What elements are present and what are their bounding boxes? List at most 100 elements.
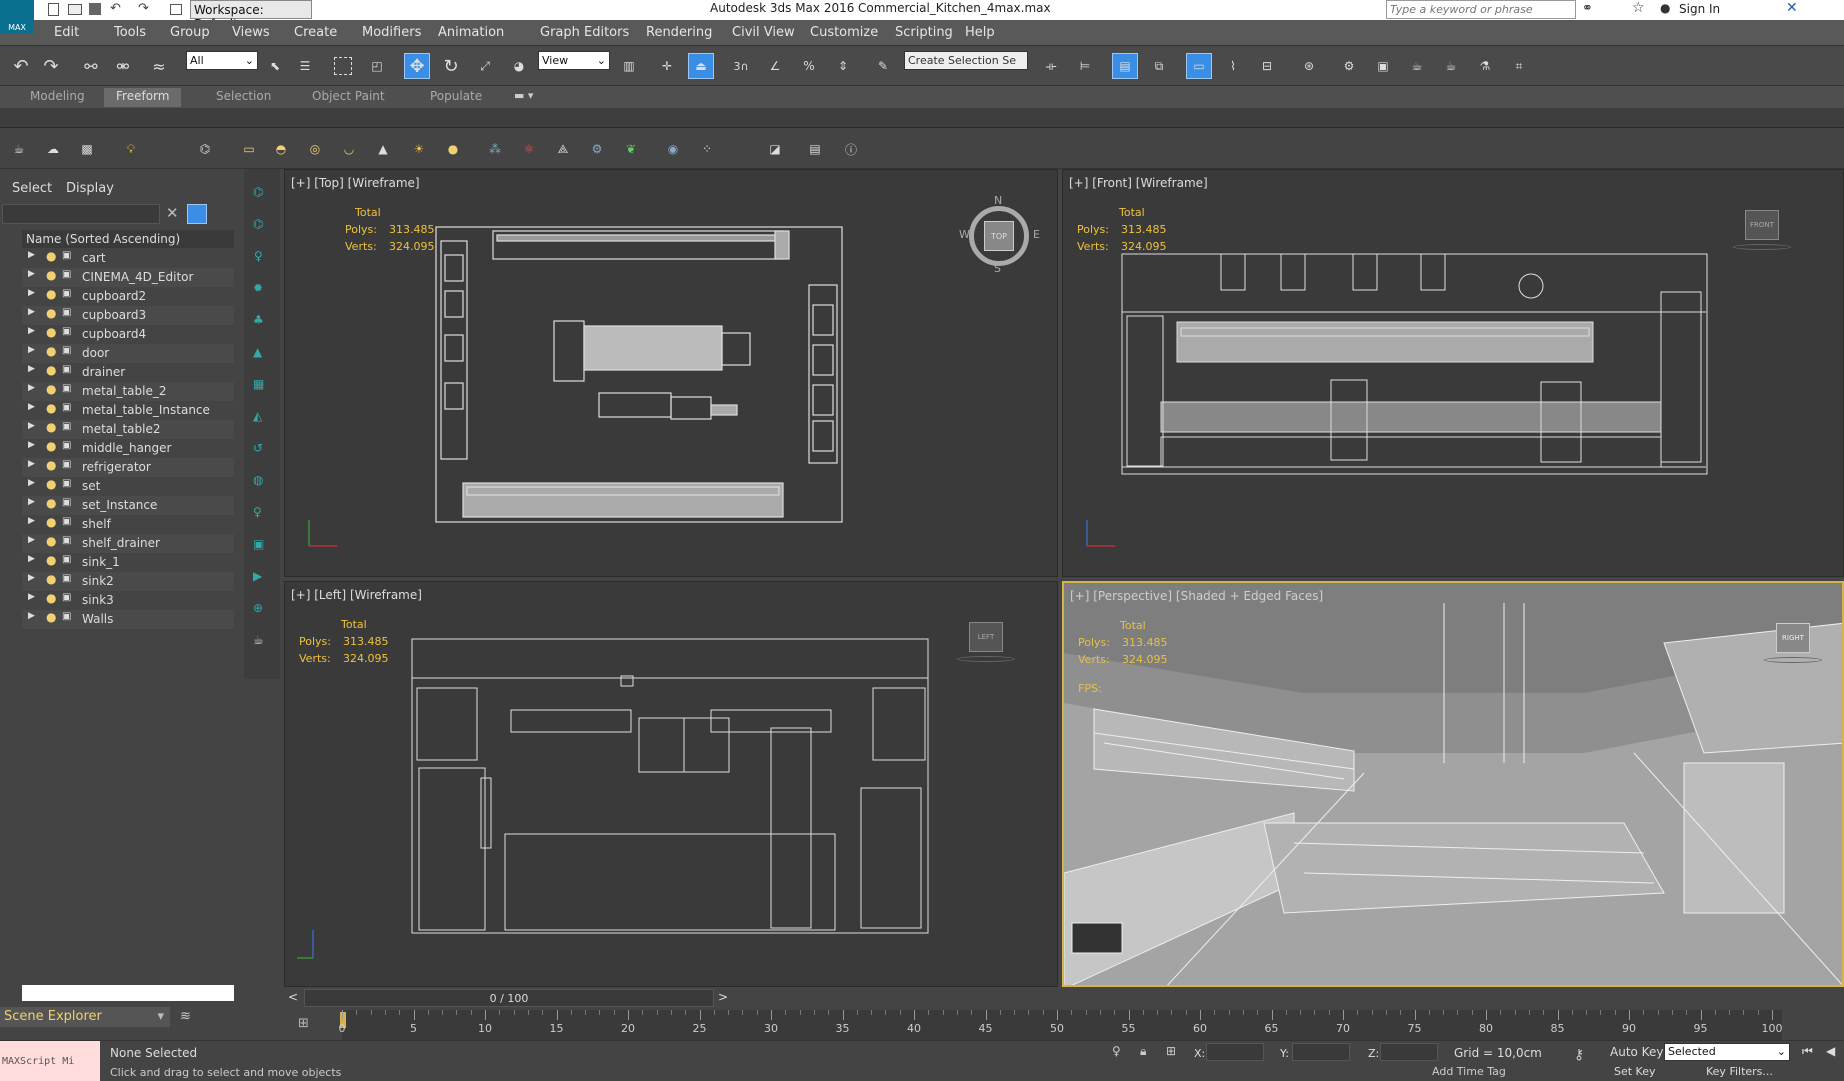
create-disc-icon[interactable]: ◎: [302, 136, 328, 162]
scene-explorer-hscroll[interactable]: [22, 985, 234, 1001]
redo-icon[interactable]: ↷: [138, 1, 149, 16]
select-move-icon[interactable]: ✥: [404, 53, 430, 79]
mirror-icon[interactable]: ⟛: [1038, 53, 1064, 79]
select-place-icon[interactable]: ◕: [506, 53, 532, 79]
material-editor-icon[interactable]: ⊛: [1296, 53, 1322, 79]
time-slider-next[interactable]: >: [718, 990, 728, 1004]
time-slider-handle[interactable]: 0 / 100: [304, 989, 714, 1007]
sun-tool-icon[interactable]: ✹: [253, 281, 263, 295]
schematic-view-icon[interactable]: ⊟: [1254, 53, 1280, 79]
render-activeshade-icon[interactable]: ⚗: [1472, 53, 1498, 79]
scene-item[interactable]: ▶ ● ▣ sink3: [22, 591, 234, 610]
rectangular-selection-icon[interactable]: [330, 53, 356, 79]
select-rotate-icon[interactable]: ↻: [438, 53, 464, 79]
grid-tool-icon[interactable]: ▦: [253, 377, 264, 391]
create-spheres-icon[interactable]: ⁘: [694, 136, 720, 162]
viewcube-front-face[interactable]: FRONT: [1745, 210, 1779, 240]
binoculars-icon[interactable]: ⚭: [1582, 1, 1593, 16]
track-bar[interactable]: ⊞ 0 5 10 15 20 25 30 35 40 45 50 55 60 65 70 75 80 85 90 95…: [284, 1010, 1844, 1040]
time-slider-prev[interactable]: <: [288, 990, 298, 1004]
add-time-tag-button[interactable]: Add Time Tag: [1432, 1065, 1506, 1078]
named-selection-sets-dropdown[interactable]: Create Selection Se: [904, 51, 1028, 70]
create-geometry-icon[interactable]: ☕: [6, 136, 32, 162]
light-bulb-tool-icon[interactable]: ♀: [254, 249, 263, 263]
angle-snap-icon[interactable]: ∠: [762, 53, 788, 79]
scene-item[interactable]: ▶ ● ▣ shelf: [22, 515, 234, 534]
y-coordinate-field[interactable]: [1292, 1043, 1350, 1061]
ribbon-toggle-icon[interactable]: ▭: [1186, 53, 1212, 79]
ribbon-tab-modeling[interactable]: Modeling: [18, 88, 97, 107]
isolate-icon[interactable]: ♀: [1112, 1044, 1121, 1058]
create-camera-icon[interactable]: ⌬: [192, 136, 218, 162]
scene-item[interactable]: ▶ ● ▣ set: [22, 477, 234, 496]
scene-item[interactable]: ▶ ● ▣ shelf_drainer: [22, 534, 234, 553]
filter-toggle-icon[interactable]: [187, 204, 207, 224]
viewcube-left[interactable]: LEFT: [957, 622, 1017, 672]
scene-item[interactable]: ▶ ● ▣ sink_1: [22, 553, 234, 572]
scene-item[interactable]: ▶ ● ▣ door: [22, 344, 234, 363]
scene-explorer-tab-display[interactable]: Display: [66, 181, 114, 196]
menu-graph-editors[interactable]: Graph Editors: [540, 25, 629, 40]
set-key-button[interactable]: Set Key: [1614, 1065, 1656, 1078]
user-icon[interactable]: ●: [1660, 1, 1670, 15]
lock-selection-icon[interactable]: 🔒︎: [1140, 1044, 1146, 1059]
menu-views[interactable]: Views: [232, 25, 270, 40]
prev-frame-icon[interactable]: ◀: [1826, 1044, 1835, 1058]
rendered-frame-window-icon[interactable]: ▣: [1370, 53, 1396, 79]
snaps-toggle-icon[interactable]: 3 ∩: [728, 53, 754, 79]
create-light-icon[interactable]: 💡︎: [118, 136, 144, 162]
scene-item[interactable]: ▶ ● ▣ set_Instance: [22, 496, 234, 515]
ribbon-options-icon[interactable]: ▬ ▾: [514, 89, 533, 102]
x-coordinate-field[interactable]: [1206, 1043, 1264, 1061]
track-bar-icon[interactable]: ⊞: [298, 1016, 309, 1031]
window-crossing-icon[interactable]: ◰: [364, 53, 390, 79]
close-app-icon[interactable]: ✕: [1786, 0, 1798, 16]
menu-civil-view[interactable]: Civil View: [732, 25, 795, 40]
viewcube-top[interactable]: TOP N S W E: [959, 194, 1040, 275]
viewport-left-label[interactable]: [+] [Left] [Wireframe]: [291, 588, 422, 602]
goto-start-icon[interactable]: ⏮: [1802, 1044, 1813, 1059]
create-environment-icon[interactable]: ◉: [660, 136, 686, 162]
percent-snap-icon[interactable]: %: [796, 53, 822, 79]
orbit-tool-icon[interactable]: ↺: [253, 441, 263, 455]
create-bowl-icon[interactable]: ◡: [336, 136, 362, 162]
create-particles-icon[interactable]: ⁂: [482, 136, 508, 162]
viewport-front-label[interactable]: [+] [Front] [Wireframe]: [1069, 176, 1208, 190]
clear-search-icon[interactable]: ✕: [166, 204, 179, 222]
viewport-top-label[interactable]: [+] [Top] [Wireframe]: [291, 176, 420, 190]
menu-animation[interactable]: Animation: [438, 25, 504, 40]
scene-item[interactable]: ▶ ● ▣ cart: [22, 249, 234, 268]
menu-scripting[interactable]: Scripting: [895, 25, 953, 40]
viewcube-perspective-face[interactable]: RIGHT: [1776, 623, 1810, 653]
key-filters-button[interactable]: Key Filters...: [1706, 1065, 1773, 1078]
curve-editor-icon[interactable]: ⌇: [1220, 53, 1246, 79]
create-cone-light-icon[interactable]: ▲: [370, 136, 396, 162]
menu-help[interactable]: Help: [965, 25, 995, 40]
camera2-tool-icon[interactable]: ⌬: [253, 217, 263, 231]
viewcube-top-face[interactable]: TOP: [984, 221, 1014, 251]
key-mode-icon[interactable]: ⚷: [1574, 1047, 1584, 1063]
reference-coordinate-dropdown[interactable]: View ⌄: [538, 51, 610, 70]
scene-item[interactable]: ▶ ● ▣ cupboard3: [22, 306, 234, 325]
select-manipulate-icon[interactable]: ✛: [654, 53, 680, 79]
menu-edit[interactable]: Edit: [54, 25, 79, 40]
sphere-tool-icon[interactable]: ◍: [253, 473, 263, 487]
create-dome-icon[interactable]: ◓: [268, 136, 294, 162]
menu-create[interactable]: Create: [294, 25, 337, 40]
star-icon[interactable]: ☆: [1632, 0, 1645, 16]
ribbon-tab-object-paint[interactable]: Object Paint: [300, 88, 397, 107]
help-icon[interactable]: ⓘ: [838, 136, 864, 162]
maxscript-listener[interactable]: MAXScript Mi: [0, 1041, 100, 1081]
undo-toolbar-icon[interactable]: ↶: [8, 53, 34, 79]
link-icon[interactable]: ⚯: [78, 53, 104, 79]
ribbon-tab-populate[interactable]: Populate: [418, 88, 494, 107]
search-input[interactable]: [1386, 0, 1576, 19]
key-selection-dropdown[interactable]: Selected ⌄: [1664, 1043, 1790, 1061]
box-tool-icon[interactable]: ▣: [253, 537, 264, 551]
select-by-name-icon[interactable]: ☰: [292, 53, 318, 79]
viewport-left[interactable]: [+] [Left] [Wireframe] Total Polys: 313.4…: [284, 581, 1058, 987]
tree-tool-icon[interactable]: ♣: [253, 313, 264, 327]
scene-item[interactable]: ▶ ● ▣ metal_table_2: [22, 382, 234, 401]
scene-item[interactable]: ▶ ● ▣ cupboard2: [22, 287, 234, 306]
scene-item[interactable]: ▶ ● ▣ metal_table2: [22, 420, 234, 439]
